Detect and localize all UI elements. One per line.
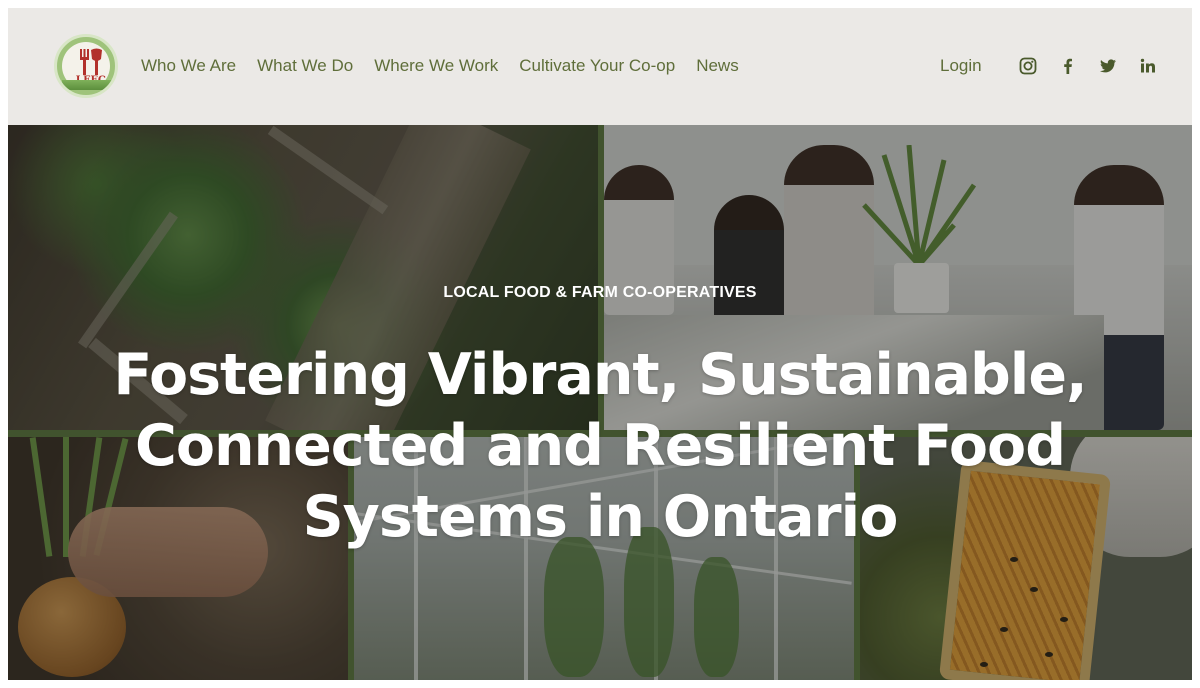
site-logo[interactable]: LFFC bbox=[54, 34, 118, 98]
hero-eyebrow: LOCAL FOOD & FARM CO-OPERATIVES bbox=[443, 284, 757, 301]
hero-headline-line: Fostering Vibrant, Sustainable, bbox=[113, 342, 1087, 408]
logo-field bbox=[62, 80, 115, 90]
hero-banner: LOCAL FOOD & FARM CO-OPERATIVES Fosterin… bbox=[8, 125, 1192, 680]
nav-cultivate-your-co-op[interactable]: Cultivate Your Co-op bbox=[519, 56, 675, 76]
hero-headline-line: Systems in Ontario bbox=[302, 484, 899, 550]
social-links bbox=[1018, 56, 1178, 76]
nav-who-we-are[interactable]: Who We Are bbox=[141, 56, 236, 76]
fork-and-spade-logo-icon bbox=[80, 48, 102, 75]
main-nav: Who We Are What We Do Where We Work Cult… bbox=[141, 56, 760, 76]
nav-where-we-work[interactable]: Where We Work bbox=[374, 56, 498, 76]
facebook-icon[interactable] bbox=[1058, 56, 1078, 76]
nav-news[interactable]: News bbox=[696, 56, 739, 76]
login-link[interactable]: Login bbox=[940, 56, 982, 76]
page-frame: LFFC Who We Are What We Do Where We Work… bbox=[8, 8, 1192, 680]
nav-what-we-do[interactable]: What We Do bbox=[257, 56, 353, 76]
hero-headline: Fostering Vibrant, Sustainable, Connecte… bbox=[98, 340, 1102, 553]
instagram-icon[interactable] bbox=[1018, 56, 1038, 76]
site-header: LFFC Who We Are What We Do Where We Work… bbox=[8, 8, 1192, 125]
logo-badge: LFFC bbox=[62, 42, 115, 90]
twitter-icon[interactable] bbox=[1098, 56, 1118, 76]
hero-headline-line: Connected and Resilient Food bbox=[134, 413, 1066, 479]
linkedin-icon[interactable] bbox=[1138, 56, 1158, 76]
